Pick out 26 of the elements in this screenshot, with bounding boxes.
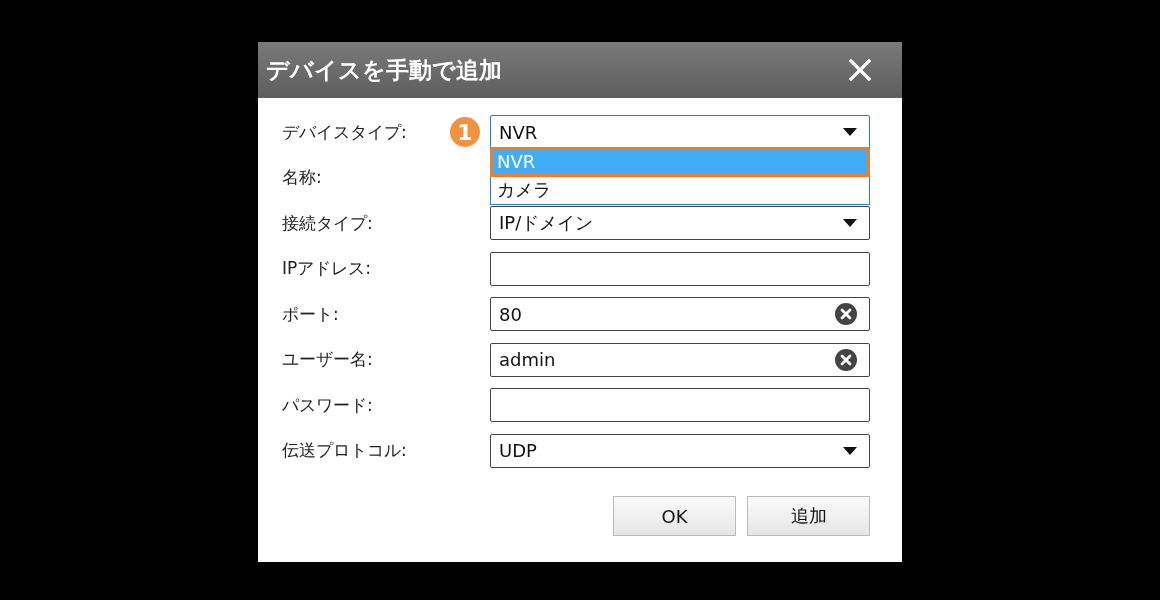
caret-icon bbox=[843, 446, 857, 455]
close-icon[interactable] bbox=[848, 58, 872, 82]
field-label: ポート: bbox=[282, 302, 339, 326]
field-label: IPアドレス: bbox=[282, 257, 371, 280]
input-field[interactable]: 80 bbox=[490, 297, 870, 331]
clear-icon[interactable] bbox=[835, 303, 857, 325]
input-field[interactable]: admin bbox=[490, 342, 870, 377]
dropdown-field[interactable]: UDP bbox=[490, 433, 870, 468]
dropdown-option[interactable]: カメラ bbox=[491, 176, 869, 204]
caret-icon bbox=[843, 219, 857, 227]
step-badge: 1 bbox=[450, 117, 480, 147]
ok-button[interactable]: OK bbox=[613, 496, 736, 536]
input-field[interactable] bbox=[490, 388, 870, 422]
field-label: パスワード: bbox=[282, 393, 373, 417]
dialog-title: デバイスを手動で追加 bbox=[266, 55, 502, 85]
field-label: 名称: bbox=[282, 166, 322, 189]
field-label: 伝送プロトコル: bbox=[282, 439, 407, 462]
field-label: ユーザー名: bbox=[282, 348, 373, 371]
dropdown-field[interactable]: IP/ドメイン bbox=[490, 206, 870, 240]
add-button[interactable]: 追加 bbox=[747, 496, 870, 536]
input-field[interactable] bbox=[490, 251, 870, 286]
field-label: デバイスタイプ: bbox=[282, 120, 407, 144]
clear-icon[interactable] bbox=[835, 348, 857, 371]
caret-icon bbox=[843, 128, 857, 136]
field-label: 接続タイプ: bbox=[282, 211, 373, 235]
dropdown-field[interactable]: NVR bbox=[490, 115, 870, 149]
